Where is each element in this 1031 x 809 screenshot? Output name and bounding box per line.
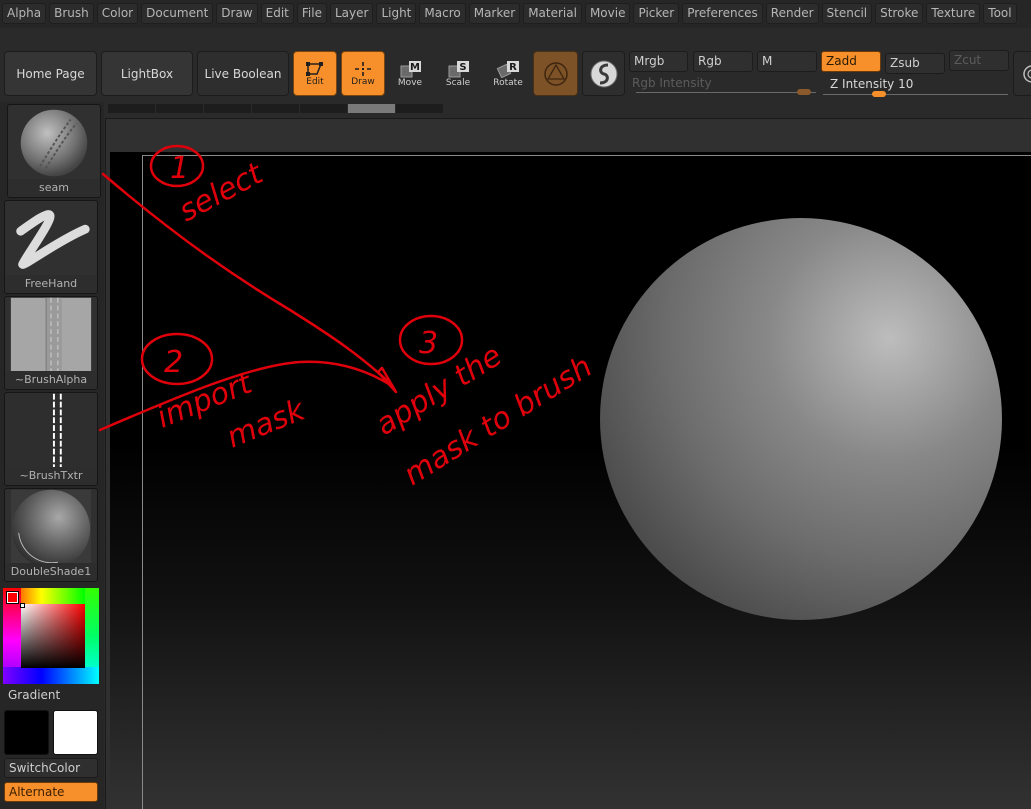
strip-segment-active[interactable] [348, 104, 395, 113]
brush-texture-icon [5, 393, 97, 469]
edit-mode-button[interactable]: Edit [293, 51, 337, 96]
draw-crosshair-icon [355, 61, 371, 76]
edit-label: Edit [306, 76, 324, 87]
scale-label: Scale [445, 77, 471, 88]
menu-preferences[interactable]: Preferences [682, 3, 763, 24]
draw-label: Draw [351, 76, 375, 87]
brush-name: seam [8, 179, 100, 197]
alpha-name: ~BrushAlpha [5, 371, 97, 389]
menu-brush[interactable]: Brush [49, 3, 94, 24]
sculptris-icon [590, 60, 617, 87]
strip-segment[interactable] [108, 104, 155, 113]
menu-material[interactable]: Material [523, 3, 582, 24]
menu-file[interactable]: File [296, 3, 327, 24]
switch-color-button[interactable]: SwitchColor [4, 758, 98, 778]
edit-polygon-icon [306, 61, 323, 76]
color-picker[interactable] [3, 588, 99, 684]
move-icon: M [400, 60, 421, 77]
z-intensity-label: Z Intensity 10 [830, 77, 913, 91]
texture-thumbnail[interactable]: ~BrushTxtr [4, 392, 98, 486]
sculptris-button[interactable] [582, 51, 625, 96]
z-intensity-value: 10 [898, 77, 914, 91]
menu-edit[interactable]: Edit [260, 3, 294, 24]
sphere-rim-shading [600, 218, 1002, 620]
menu-document[interactable]: Document [141, 3, 214, 24]
zcut-button[interactable]: Zcut [949, 50, 1009, 71]
texture-name: ~BrushTxtr [5, 467, 97, 485]
saturation-value-square[interactable] [21, 604, 85, 668]
menu-color[interactable]: Color [96, 3, 139, 24]
menu-light[interactable]: Light [376, 3, 417, 24]
draw-mode-button[interactable]: Draw [341, 51, 385, 96]
z-intensity-label-text: Z Intensity [830, 77, 895, 91]
rgb-intensity-knob[interactable] [796, 89, 811, 95]
menu-tool[interactable]: Tool [983, 3, 1017, 24]
material-preview-icon [10, 489, 92, 565]
document-tab-strip [108, 104, 443, 113]
rotate-icon: R [496, 60, 519, 78]
menu-stroke[interactable]: Stroke [875, 3, 924, 24]
strip-segment[interactable] [156, 104, 203, 113]
menu-movie[interactable]: Movie [584, 3, 631, 24]
toolbar: Home Page LightBox Live Boolean Edit Dra… [0, 28, 1031, 102]
z-intensity-knob[interactable] [871, 91, 886, 97]
material-thumbnail[interactable]: DoubleShade1 [4, 488, 98, 582]
alternate-button[interactable]: Alternate [4, 782, 98, 802]
live-boolean-button[interactable]: Live Boolean [197, 51, 289, 96]
menu-texture[interactable]: Texture [926, 3, 981, 24]
stroke-name: FreeHand [5, 275, 97, 293]
strip-segment[interactable] [396, 104, 443, 113]
stroke-thumbnail[interactable]: FreeHand [4, 200, 98, 294]
z-intensity-slider[interactable] [823, 94, 1008, 95]
spiral-button[interactable] [1013, 51, 1031, 96]
strip-segment[interactable] [204, 104, 251, 113]
zadd-button[interactable]: Zadd [821, 51, 881, 72]
primary-color-swatch[interactable] [4, 710, 49, 755]
menu-draw[interactable]: Draw [216, 3, 258, 24]
rotate-button[interactable]: R Rotate [489, 51, 527, 96]
strip-segment[interactable] [252, 104, 299, 113]
gradient-toggle[interactable]: Gradient [4, 686, 98, 706]
material-sphere-icon [543, 61, 568, 86]
brush-alpha-icon [10, 297, 92, 373]
alpha-thumbnail[interactable]: ~BrushAlpha [4, 296, 98, 390]
rgb-button[interactable]: Rgb [693, 51, 753, 72]
color-handle[interactable] [20, 603, 25, 608]
menu-alpha[interactable]: Alpha [2, 3, 47, 24]
menu-picker[interactable]: Picker [633, 3, 680, 24]
menu-marker[interactable]: Marker [468, 3, 521, 24]
strip-segment[interactable] [300, 104, 347, 113]
rotate-key: R [509, 62, 517, 73]
zsub-button[interactable]: Zsub [885, 53, 945, 74]
menu-stencil[interactable]: Stencil [821, 3, 873, 24]
rgb-intensity-label: Rgb Intensity [632, 76, 712, 90]
move-key: M [410, 62, 420, 73]
m-button[interactable]: M [757, 51, 817, 72]
seam-brush-icon [20, 109, 88, 177]
mrgb-button[interactable]: Mrgb [629, 51, 688, 72]
hue-ring-bottom [3, 667, 99, 684]
spiral-icon [1023, 64, 1031, 83]
brush-thumbnail[interactable]: seam [7, 104, 101, 198]
move-button[interactable]: M Move [393, 51, 427, 96]
rotate-label: Rotate [493, 77, 523, 88]
lightbox-button[interactable]: LightBox [101, 51, 193, 96]
scale-key: S [459, 62, 466, 73]
freehand-stroke-icon [16, 210, 90, 269]
scale-icon: S [448, 60, 469, 77]
menu-render[interactable]: Render [765, 3, 819, 24]
material-name: DoubleShade1 [5, 563, 97, 581]
main-color-swatch[interactable] [6, 591, 19, 604]
menu-bar: Alpha Brush Color Document Draw Edit Fil… [0, 0, 1031, 28]
menu-macro[interactable]: Macro [419, 3, 466, 24]
scale-button[interactable]: S Scale [441, 51, 475, 96]
home-page-button[interactable]: Home Page [4, 51, 97, 96]
secondary-color-swatch[interactable] [53, 710, 98, 755]
material-button[interactable] [533, 51, 578, 96]
rgb-intensity-slider[interactable] [636, 92, 816, 93]
menu-layer[interactable]: Layer [329, 3, 374, 24]
move-label: Move [397, 77, 423, 88]
